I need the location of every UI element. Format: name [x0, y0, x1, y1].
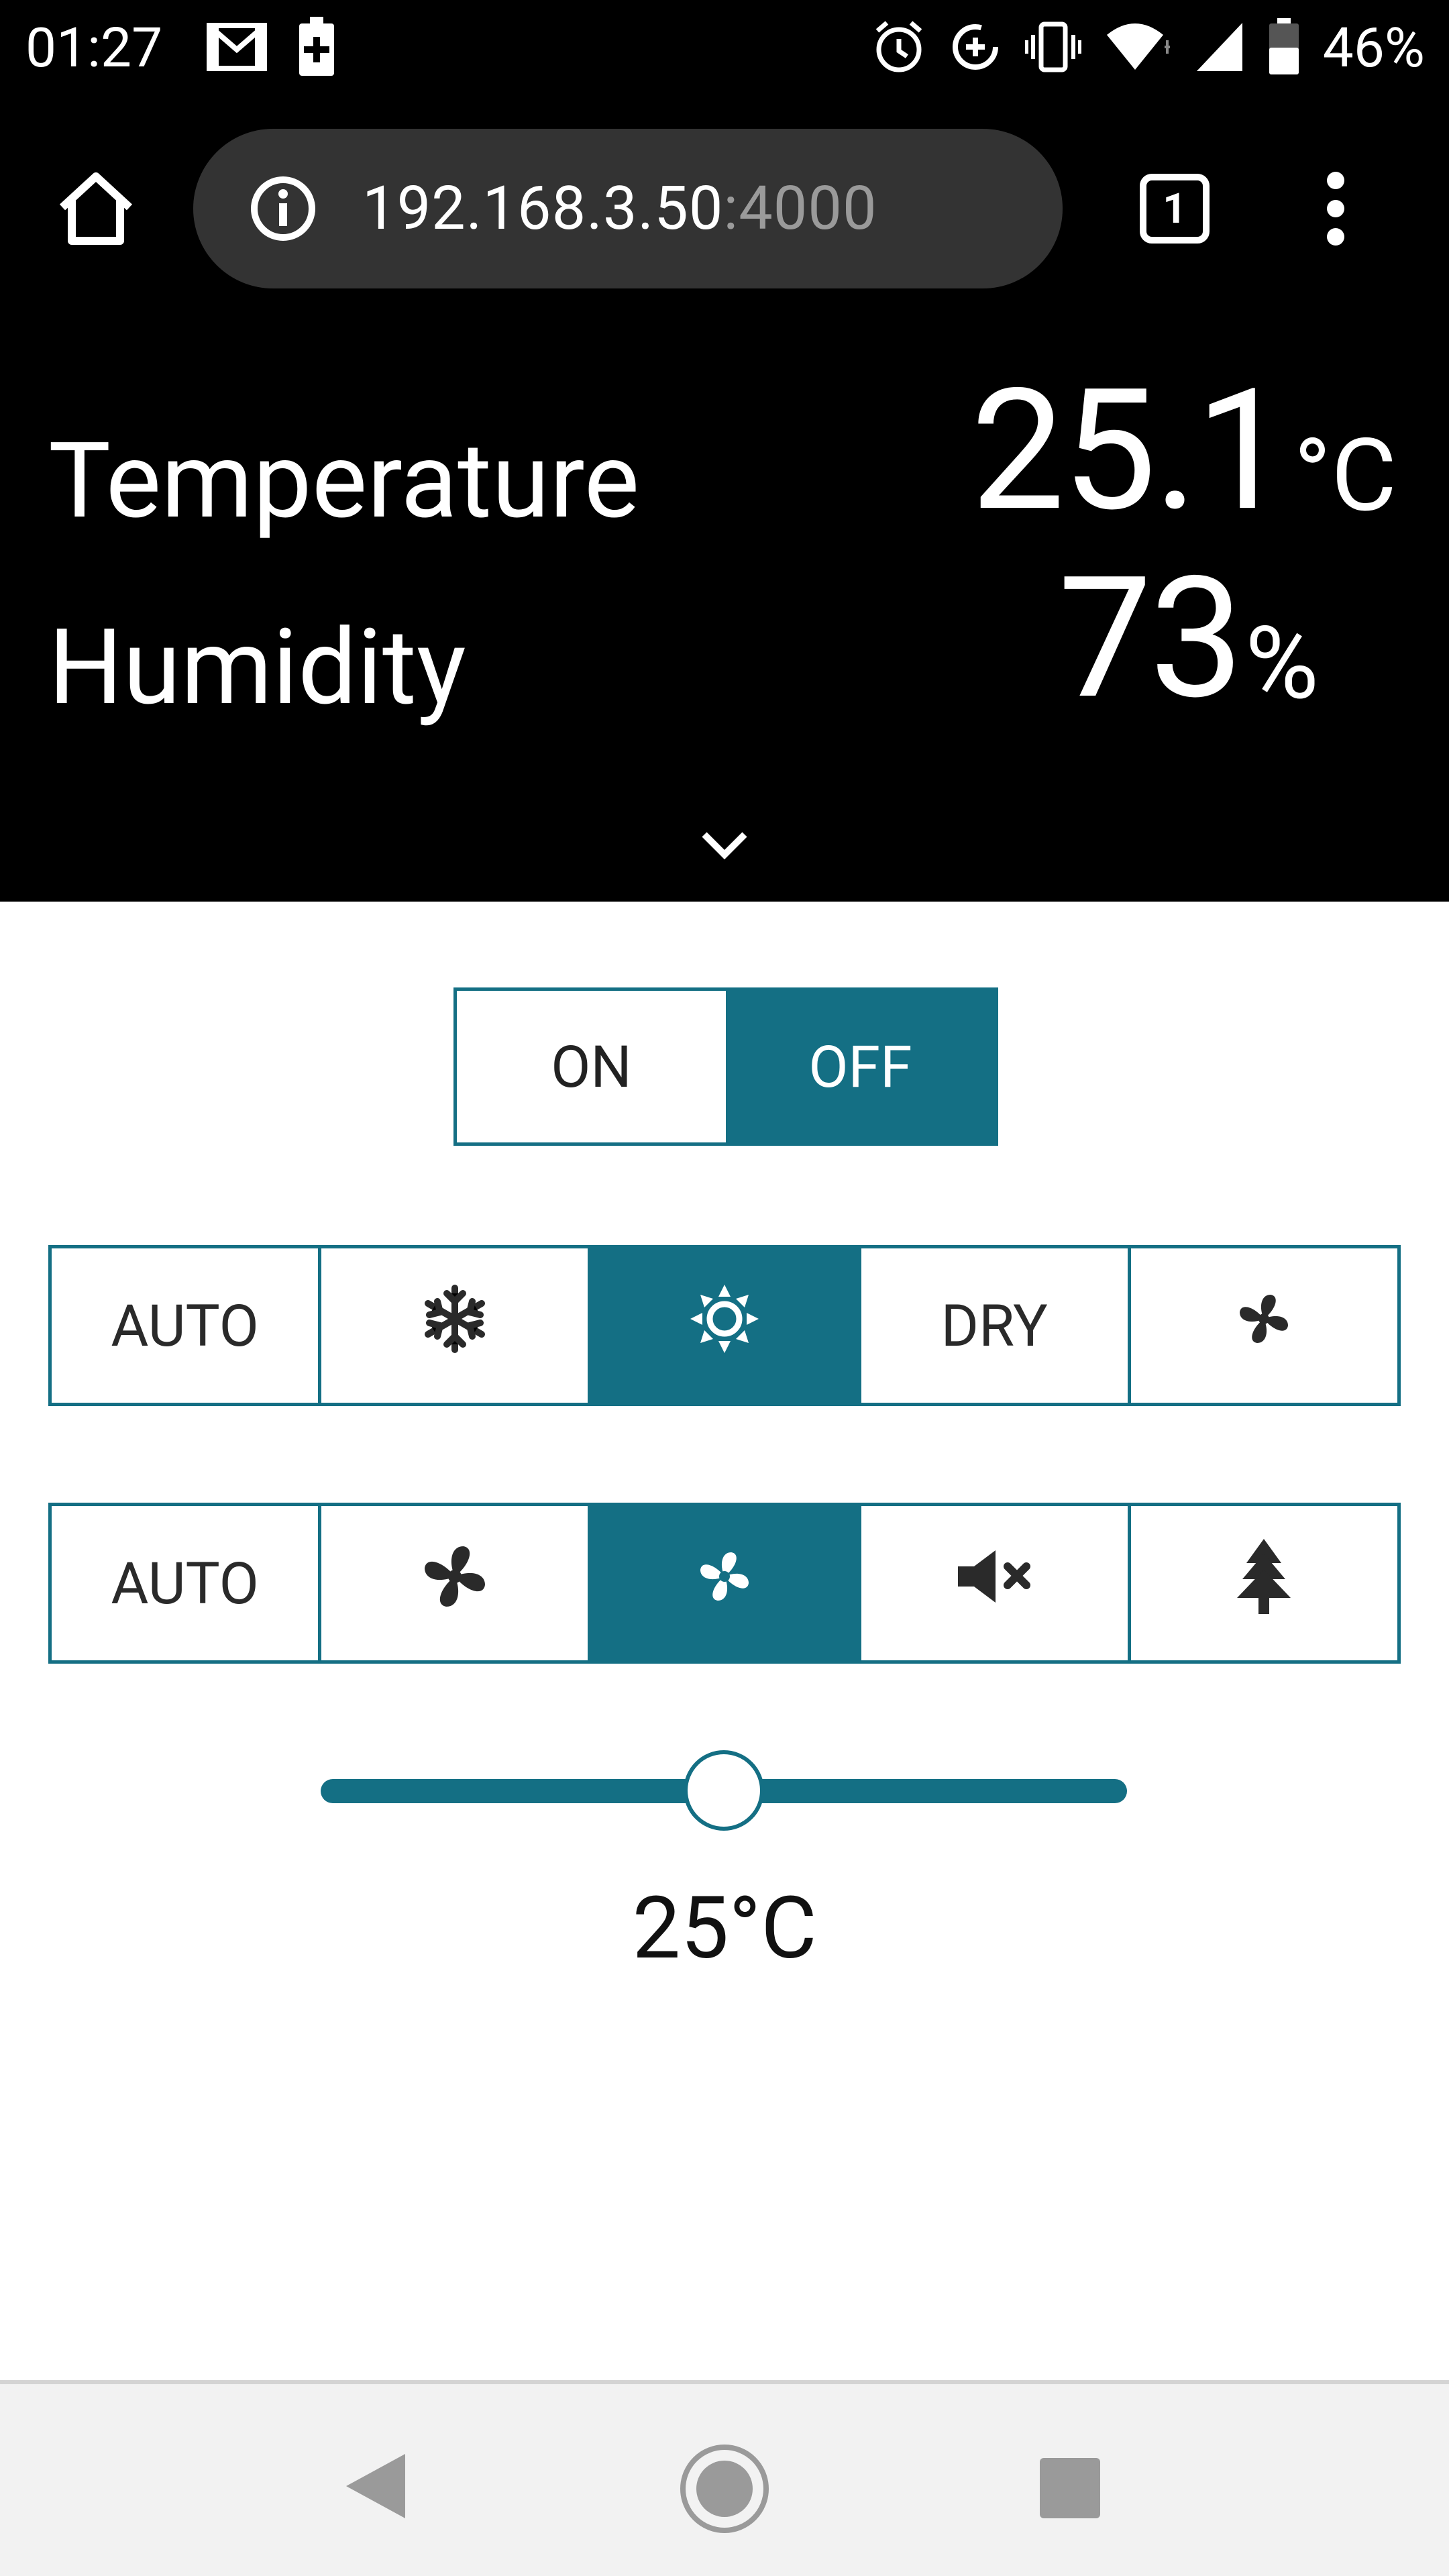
- humidity-reading: 73 %: [1058, 549, 1319, 723]
- data-saver-icon: [949, 20, 1002, 76]
- fan-natural-button[interactable]: [1131, 1506, 1397, 1660]
- menu-dot: [1327, 172, 1344, 189]
- natural-wind-icon: [1232, 1536, 1296, 1631]
- vibrate-icon: [1024, 20, 1082, 76]
- quiet-icon: [954, 1546, 1034, 1621]
- power-on-button[interactable]: ON: [457, 991, 726, 1142]
- fan-icon: [1232, 1287, 1296, 1365]
- slider-thumb[interactable]: [684, 1750, 764, 1831]
- humidity-value: 73: [1058, 541, 1244, 737]
- mode-dry-button[interactable]: DRY: [861, 1248, 1131, 1403]
- home-button[interactable]: [54, 168, 138, 252]
- mode-auto-button[interactable]: AUTO: [52, 1248, 322, 1403]
- home-icon: [56, 171, 136, 249]
- fan-high-button[interactable]: [321, 1506, 592, 1660]
- gmail-icon: [207, 23, 267, 74]
- signal-icon: [1194, 20, 1245, 76]
- recent-apps-icon[interactable]: [1040, 2458, 1100, 2518]
- temperature-label: Temperature: [48, 420, 640, 543]
- fan-low-icon: [692, 1544, 757, 1623]
- temperature-reading: 25.1 °C: [971, 361, 1397, 535]
- fan-low-button[interactable]: [591, 1506, 861, 1660]
- alarm-icon: [872, 20, 926, 76]
- notification-icons: [207, 15, 335, 82]
- menu-dot: [1327, 200, 1344, 217]
- nav-home-inner: [696, 2461, 753, 2517]
- power-toggle: ON OFF: [453, 987, 998, 1146]
- url-port: :4000: [723, 173, 877, 244]
- humidity-unit: %: [1245, 604, 1319, 722]
- status-time: 01:27: [25, 16, 163, 80]
- overflow-menu-icon[interactable]: [1305, 166, 1366, 251]
- wifi-icon: [1104, 20, 1171, 76]
- tab-count: 1: [1163, 184, 1187, 233]
- sensor-panel: Temperature 25.1 °C Humidity 73 %: [0, 321, 1449, 902]
- mode-selector: AUTO DRY: [48, 1245, 1401, 1406]
- battery-saver-icon: [298, 17, 335, 80]
- fan-high-icon: [415, 1536, 495, 1631]
- address-bar[interactable]: 192.168.3.50:4000: [193, 129, 1063, 288]
- fan-auto-button[interactable]: AUTO: [52, 1506, 322, 1660]
- info-icon[interactable]: [250, 175, 317, 245]
- browser-toolbar: 192.168.3.50:4000 1: [0, 99, 1449, 321]
- heat-icon: [688, 1282, 761, 1370]
- mode-fan-button[interactable]: [1131, 1248, 1397, 1403]
- fan-quiet-button[interactable]: [861, 1506, 1131, 1660]
- temperature-unit: °C: [1293, 417, 1397, 535]
- battery-icon: [1268, 18, 1300, 78]
- nav-home-icon[interactable]: [680, 2445, 769, 2533]
- power-off-button[interactable]: OFF: [726, 991, 995, 1142]
- fan-speed-selector: AUTO: [48, 1503, 1401, 1664]
- url-host: 192.168.3.50: [362, 173, 724, 244]
- system-icons: 46%: [872, 15, 1425, 82]
- temperature-value: 25.1: [970, 353, 1289, 549]
- battery-percent: 46%: [1322, 16, 1425, 80]
- back-icon[interactable]: [342, 2451, 409, 2524]
- setpoint-value: 25°C: [632, 1878, 817, 1979]
- menu-dot: [1327, 228, 1344, 246]
- mode-heat-button[interactable]: [591, 1248, 861, 1403]
- mode-cool-button[interactable]: [321, 1248, 592, 1403]
- url-text: 192.168.3.50:4000: [362, 129, 877, 288]
- cool-icon: [420, 1284, 490, 1368]
- navigation-bar: [0, 2380, 1449, 2576]
- tabs-icon: 1: [1140, 174, 1210, 244]
- humidity-label: Humidity: [48, 606, 466, 729]
- tabs-button[interactable]: 1: [1135, 169, 1214, 248]
- status-bar: 01:27 46%: [0, 0, 1449, 99]
- chevron-down-icon[interactable]: [700, 830, 749, 863]
